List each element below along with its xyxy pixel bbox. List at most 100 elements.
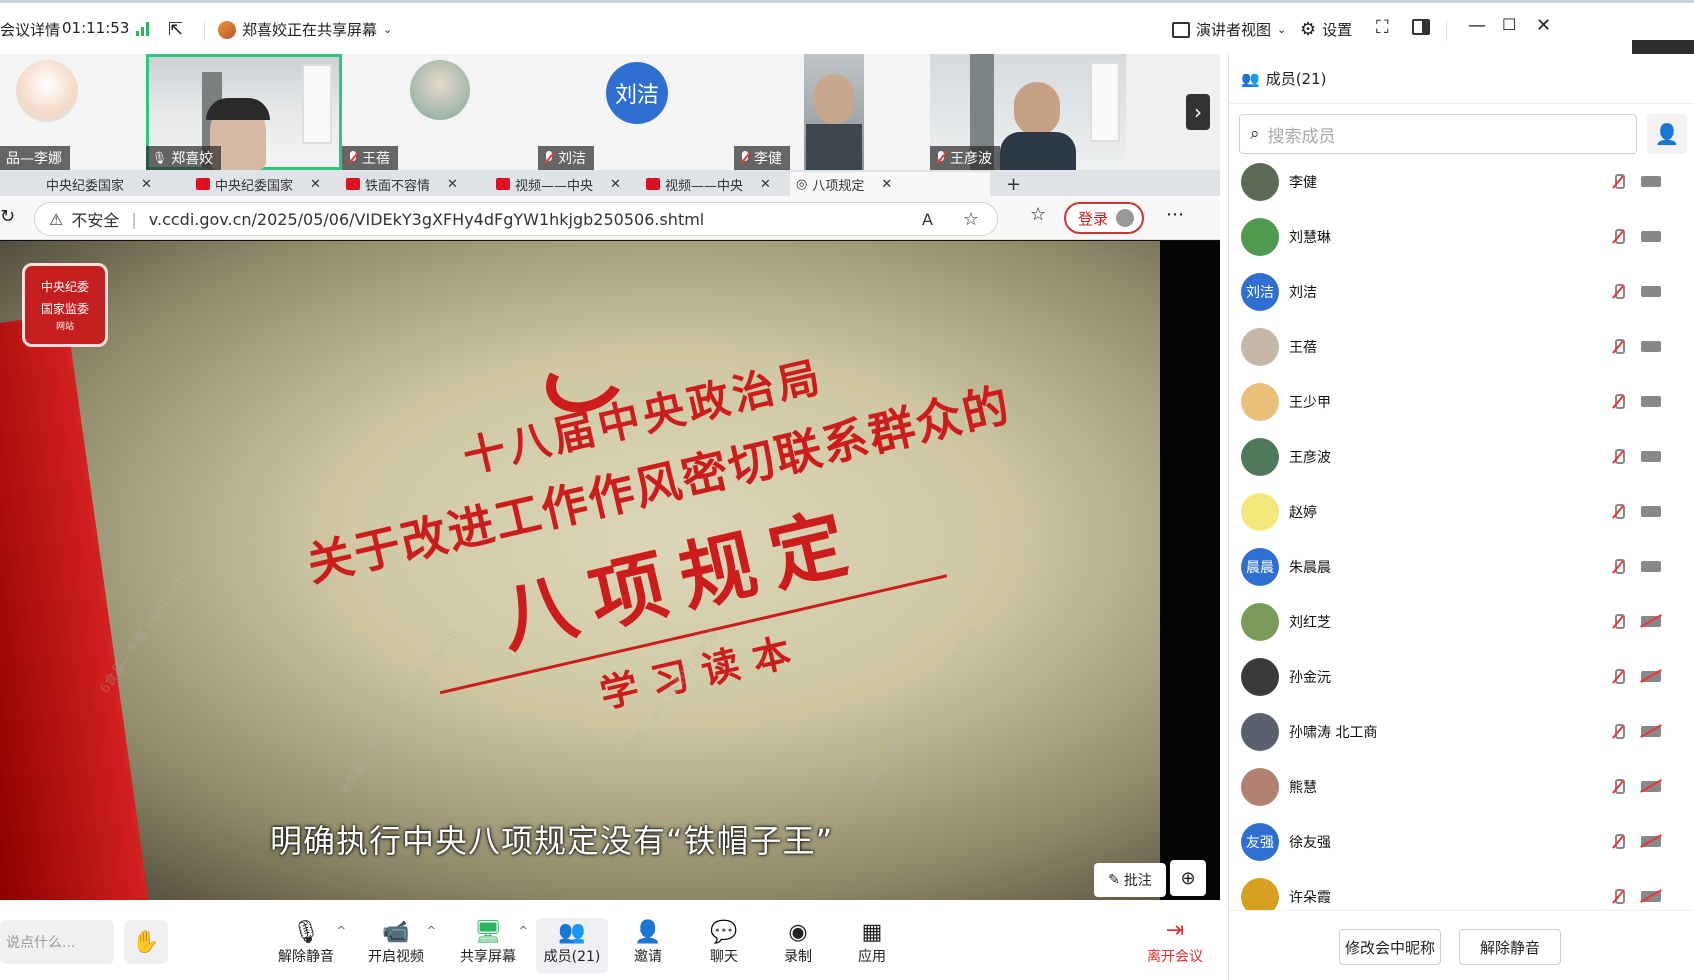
member-row[interactable]: 孙啸涛 北工商 <box>1229 704 1694 759</box>
login-button[interactable]: 登录 <box>1064 202 1144 234</box>
member-row[interactable]: 刘洁 刘洁 <box>1229 264 1694 319</box>
start-video-button[interactable]: 📹 开启视频 ^ <box>360 918 436 974</box>
mic-muted-icon[interactable] <box>1611 833 1625 851</box>
share-screen-button[interactable]: 🖥 共享屏幕 ^ <box>452 918 528 974</box>
browser-tab[interactable]: 视频——中央 ✕ <box>640 172 790 196</box>
camera-off-icon[interactable] <box>1641 616 1661 627</box>
annotate-label: 批注 <box>1123 873 1152 889</box>
quick-chat-input[interactable]: 说点什么... <box>0 920 114 964</box>
member-row[interactable]: 孙金沅 <box>1229 649 1694 704</box>
participant-tile[interactable]: 王彦波 <box>930 54 1126 170</box>
mic-muted-icon[interactable] <box>1611 338 1625 356</box>
chevron-right-icon[interactable]: › <box>1186 94 1210 130</box>
mic-muted-icon[interactable] <box>1611 888 1625 906</box>
camera-off-icon[interactable] <box>1641 781 1661 792</box>
chat-icon: 💬 <box>710 919 738 945</box>
member-search-input[interactable]: ⌕ 搜索成员 <box>1239 114 1637 154</box>
meeting-info-link[interactable]: 会议详情 <box>0 19 60 40</box>
camera-icon[interactable] <box>1641 176 1661 187</box>
camera-icon[interactable] <box>1641 341 1661 352</box>
member-row[interactable]: 王蓓 <box>1229 319 1694 374</box>
camera-off-icon[interactable] <box>1641 726 1661 737</box>
read-aloud-icon[interactable]: A <box>922 210 933 229</box>
raise-hand-icon[interactable]: ✋ <box>124 920 168 964</box>
camera-icon[interactable] <box>1641 451 1661 462</box>
presenter-view-button[interactable]: 演讲者视图 ⌄ <box>1172 19 1286 40</box>
mic-muted-icon[interactable] <box>1611 173 1625 191</box>
fullscreen-icon[interactable]: ⛶ <box>1376 17 1389 38</box>
mic-muted-icon[interactable] <box>1611 283 1625 301</box>
participant-name-tag: 李健 <box>734 146 790 170</box>
zoom-in-icon[interactable]: ⊕ <box>1170 860 1206 896</box>
mic-muted-icon[interactable] <box>1611 228 1625 246</box>
member-row[interactable]: 晨晨 朱晨晨 <box>1229 539 1694 594</box>
members-button[interactable]: 👥 成员(21) <box>536 918 608 974</box>
mic-muted-icon[interactable] <box>1611 448 1625 466</box>
browser-tab[interactable]: 铁面不容情 ✕ <box>340 172 490 196</box>
mic-muted-icon[interactable] <box>1611 723 1625 741</box>
member-row[interactable]: 王彦波 <box>1229 429 1694 484</box>
annotate-button[interactable]: ✎ 批注 <box>1094 863 1166 897</box>
rename-button[interactable]: 修改会中昵称 <box>1339 929 1441 965</box>
camera-icon[interactable] <box>1641 506 1661 517</box>
close-icon[interactable]: ✕ <box>1536 15 1551 36</box>
participant-tile[interactable]: 王蓓 <box>342 54 538 170</box>
signal-icon[interactable] <box>136 22 149 36</box>
participant-tile-speaking[interactable]: 🎙 郑喜姣 <box>146 54 342 170</box>
member-row[interactable]: 熊慧 <box>1229 759 1694 814</box>
record-button[interactable]: ◉ 录制 <box>762 918 834 974</box>
camera-off-icon[interactable] <box>1641 836 1661 847</box>
apps-button[interactable]: ▦ 应用 <box>836 918 908 974</box>
video-player[interactable]: 中央纪委 国家监委 网站 十八届中央政治局 关于改进工作作风密切联系群众的 八项… <box>0 241 1220 900</box>
member-row[interactable]: 李健 <box>1229 154 1694 209</box>
settings-button[interactable]: ⚙ 设置 <box>1300 19 1352 40</box>
member-name: 刘红芝 <box>1289 614 1331 631</box>
participant-tile[interactable]: 李健 <box>734 54 930 170</box>
url-field[interactable]: ⚠ 不安全 | v.ccdi.gov.cn/2025/05/06/VIDEkY3… <box>34 202 998 236</box>
mic-muted-icon[interactable] <box>1611 558 1625 576</box>
leave-meeting-button[interactable]: ⇥ 离开会议 <box>1140 918 1210 974</box>
member-row[interactable]: 赵婷 <box>1229 484 1694 539</box>
member-row[interactable]: 友强 徐友强 <box>1229 814 1694 869</box>
mic-muted-icon[interactable] <box>1611 503 1625 521</box>
unmute-all-button[interactable]: 解除静音 <box>1459 929 1561 965</box>
popout-icon[interactable]: ⇱ <box>168 19 183 40</box>
participant-tile[interactable]: 刘洁 刘洁 <box>538 54 734 170</box>
chevron-up-icon[interactable]: ^ <box>337 924 346 937</box>
browser-tab[interactable]: 中央纪委国家 ✕ <box>190 172 340 196</box>
minimize-icon[interactable]: — <box>1468 15 1486 36</box>
camera-off-icon[interactable] <box>1641 891 1661 902</box>
sharing-status[interactable]: 郑喜姣正在共享屏幕 ⌄ <box>218 19 392 40</box>
chevron-up-icon[interactable]: ^ <box>427 924 436 937</box>
camera-icon[interactable] <box>1641 231 1661 242</box>
mic-muted-icon[interactable] <box>1611 668 1625 686</box>
member-row[interactable]: 刘慧琳 <box>1229 209 1694 264</box>
member-row[interactable]: 刘红芝 <box>1229 594 1694 649</box>
avatar: 刘洁 <box>606 62 668 124</box>
mic-muted-icon[interactable] <box>1611 778 1625 796</box>
refresh-icon[interactable]: ↻ <box>0 206 15 227</box>
mic-muted-icon[interactable] <box>1611 613 1625 631</box>
camera-icon[interactable] <box>1641 561 1661 572</box>
chevron-up-icon[interactable]: ^ <box>519 924 528 937</box>
camera-icon[interactable] <box>1641 286 1661 297</box>
camera-off-icon[interactable] <box>1641 671 1661 682</box>
member-row[interactable]: 许朵霞 <box>1229 869 1694 910</box>
member-row[interactable]: 王少甲 <box>1229 374 1694 429</box>
browser-tab[interactable]: 中央纪委国家 ✕ <box>40 172 190 196</box>
star-icon[interactable]: ☆ <box>963 209 979 230</box>
browser-tab[interactable]: 视频——中央 ✕ <box>490 172 640 196</box>
maximize-icon[interactable]: ☐ <box>1502 15 1516 34</box>
mic-muted-icon[interactable] <box>1611 393 1625 411</box>
new-tab-icon[interactable]: + <box>1000 172 1030 196</box>
favorites-icon[interactable]: ☆ <box>1030 204 1046 225</box>
camera-icon[interactable] <box>1641 396 1661 407</box>
layout-toggle-icon[interactable] <box>1412 19 1430 35</box>
unmute-button[interactable]: 🎙 解除静音 ^ <box>270 918 346 974</box>
browser-tab-active[interactable]: ◎ 八项规定 ✕ <box>790 172 990 196</box>
participant-tile[interactable]: 品—李娜 <box>0 54 146 170</box>
chat-button[interactable]: 💬 聊天 <box>688 918 760 974</box>
more-icon[interactable]: ⋯ <box>1166 204 1184 225</box>
add-member-icon[interactable]: 👤 <box>1647 114 1687 154</box>
invite-button[interactable]: 👤 邀请 <box>612 918 684 974</box>
